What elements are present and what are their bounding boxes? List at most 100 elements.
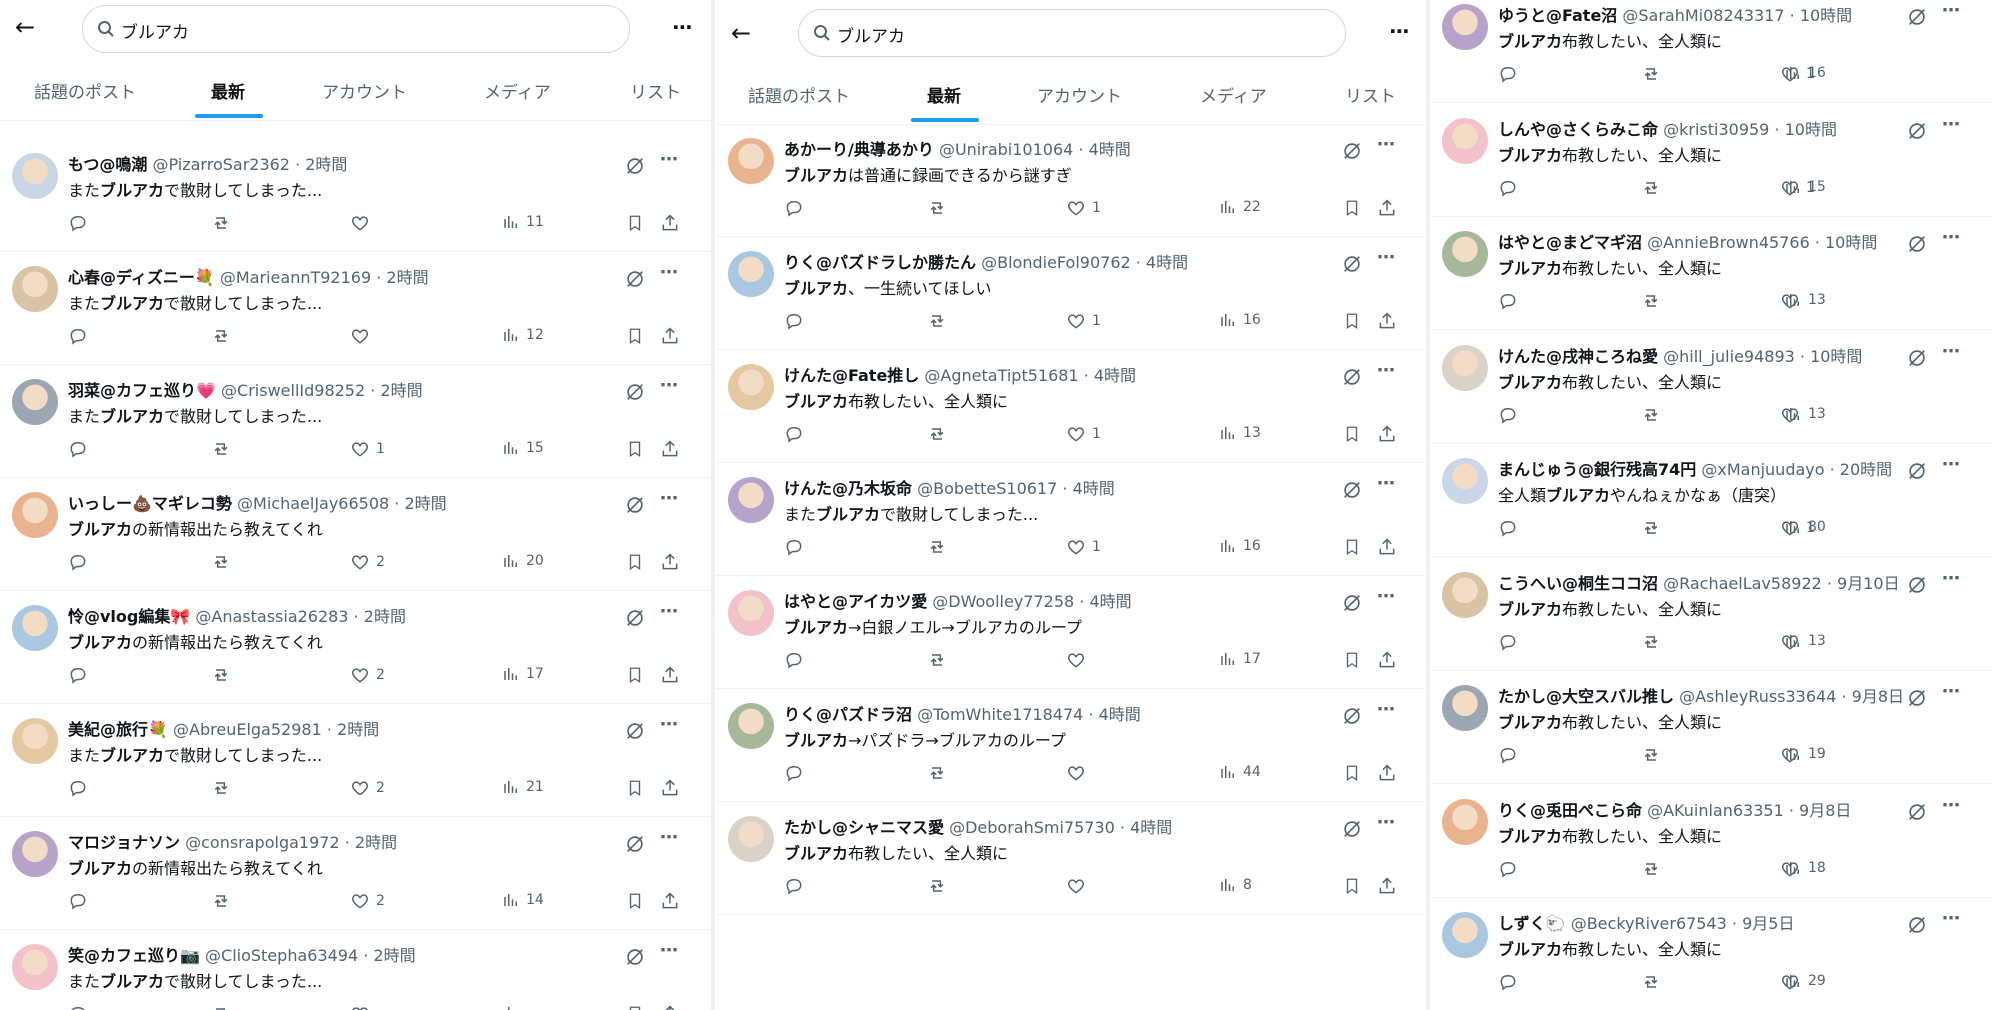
views-button[interactable]: 8: [1219, 876, 1252, 898]
like-button[interactable]: 1: [1066, 198, 1101, 220]
retweet-button[interactable]: [1640, 972, 1662, 994]
tweet-item[interactable]: 心春@ディズニー💐 @MarieannT92169 · 2時間 ⋯ またブルアカで散…: [0, 252, 710, 365]
grok-button[interactable]: [624, 720, 646, 742]
author-name[interactable]: まんじゅう@銀行残高74円: [1498, 460, 1696, 479]
reply-button[interactable]: [1498, 745, 1518, 767]
tweet-item[interactable]: 笑@カフェ巡り📷 @ClioStepha63494 · 2時間 ⋯ またブルアカで散…: [0, 930, 710, 1010]
author-name[interactable]: 笑@カフェ巡り📷: [68, 946, 200, 965]
retweet-button[interactable]: [210, 665, 232, 687]
avatar[interactable]: [1442, 798, 1488, 845]
bookmark-button[interactable]: [1343, 424, 1361, 446]
tab-accounts[interactable]: アカウント: [322, 78, 407, 103]
retweet-button[interactable]: [1640, 64, 1662, 86]
tweet-item[interactable]: はやと@まどマギ沼 @AnnieBrown45766 · 10時間 ⋯ ブルアカ布教…: [1430, 217, 1992, 330]
bookmark-button[interactable]: [626, 891, 644, 913]
views-button[interactable]: 16: [1219, 311, 1261, 333]
share-button[interactable]: [660, 1004, 680, 1010]
bookmark-button[interactable]: [626, 326, 644, 348]
tweet-more-icon[interactable]: ⋯: [660, 262, 679, 283]
avatar[interactable]: [1442, 231, 1488, 277]
grok-button[interactable]: [1906, 574, 1928, 596]
tweet-item[interactable]: 美紀@旅行💐 @AbreuElga52981 · 2時間 ⋯ またブルアカで散財して…: [0, 704, 710, 817]
tab-latest[interactable]: 最新: [211, 78, 245, 103]
author-name[interactable]: 羽菜@カフェ巡り💗: [68, 381, 216, 400]
bookmark-button[interactable]: [626, 439, 644, 461]
like-button[interactable]: [1066, 650, 1092, 672]
tweet-more-icon[interactable]: ⋯: [660, 827, 679, 848]
views-button[interactable]: 29: [1784, 972, 1826, 994]
grok-button[interactable]: [1906, 460, 1928, 482]
bookmark-button[interactable]: [1343, 537, 1361, 559]
like-button[interactable]: [1066, 876, 1092, 898]
avatar[interactable]: [12, 266, 58, 312]
tweet-more-icon[interactable]: ⋯: [1377, 247, 1396, 268]
tab-media[interactable]: メディア: [484, 78, 551, 103]
tweet-more-icon[interactable]: ⋯: [1942, 681, 1961, 702]
views-button[interactable]: 13: [1784, 291, 1826, 313]
bookmark-button[interactable]: [1343, 650, 1361, 672]
tweet-item[interactable]: けんた@乃木坂命 @BobetteS10617 · 4時間 ⋯ またブルアカで散財し…: [716, 463, 1427, 576]
tweet-item[interactable]: 羽菜@カフェ巡り💗 @CriswellId98252 · 2時間 ⋯ またブルアカで…: [0, 365, 710, 478]
reply-button[interactable]: [68, 326, 88, 348]
search-input[interactable]: [835, 20, 1319, 48]
author-handle-time[interactable]: @hill_julie94893 · 10時間: [1663, 347, 1862, 366]
tweet-more-icon[interactable]: ⋯: [660, 601, 679, 622]
grok-button[interactable]: [1341, 705, 1363, 727]
views-button[interactable]: 11: [502, 213, 544, 235]
grok-button[interactable]: [624, 155, 646, 177]
tweet-more-icon[interactable]: ⋯: [1942, 795, 1961, 816]
reply-button[interactable]: [1498, 291, 1518, 313]
views-button[interactable]: 12: [502, 326, 544, 348]
author-name[interactable]: ゆうと@Fate沼: [1498, 6, 1617, 25]
author-name[interactable]: 美紀@旅行💐: [68, 720, 168, 739]
retweet-button[interactable]: [1640, 291, 1662, 313]
tweet-item[interactable]: たかし@シャニマス愛 @DeborahSmi75730 · 4時間 ⋯ ブルアカ布教…: [716, 802, 1427, 915]
views-button[interactable]: 13: [1219, 424, 1261, 446]
author-name[interactable]: こうへい@桐生ココ沼: [1498, 574, 1658, 593]
author-handle-time[interactable]: @AnnieBrown45766 · 10時間: [1647, 233, 1877, 252]
author-handle-time[interactable]: @MichaelJay66508 · 2時間: [237, 494, 447, 513]
share-button[interactable]: [660, 552, 680, 574]
retweet-button[interactable]: [1640, 178, 1662, 200]
retweet-button[interactable]: [926, 650, 948, 672]
tweet-more-icon[interactable]: ⋯: [1942, 227, 1961, 248]
tweet-item[interactable]: りく@パズドラしか勝たん @BlondieFol90762 · 4時間 ⋯ ブルアカ…: [716, 237, 1427, 350]
avatar[interactable]: [12, 153, 58, 199]
reply-button[interactable]: [68, 778, 88, 800]
reply-button[interactable]: [784, 198, 804, 220]
views-button[interactable]: 21: [502, 778, 544, 800]
grok-button[interactable]: [1906, 801, 1928, 823]
retweet-button[interactable]: [210, 439, 232, 461]
tab-accounts[interactable]: アカウント: [1037, 82, 1122, 107]
share-button[interactable]: [1377, 311, 1397, 333]
author-name[interactable]: りく@パズドラしか勝たん: [784, 253, 976, 272]
tab-top-posts[interactable]: 話題のポスト: [34, 78, 136, 103]
share-button[interactable]: [660, 213, 680, 235]
tweet-item[interactable]: こうへい@桐生ココ沼 @RachaelLav58922 · 9月10日 ⋯ ブルアカ…: [1430, 558, 1992, 671]
grok-button[interactable]: [1906, 687, 1928, 709]
retweet-button[interactable]: [210, 1004, 232, 1010]
reply-button[interactable]: [68, 1004, 88, 1010]
grok-button[interactable]: [1906, 120, 1928, 142]
like-button[interactable]: [350, 1004, 376, 1010]
author-handle-time[interactable]: @TomWhite1718474 · 4時間: [917, 705, 1141, 724]
reply-button[interactable]: [1498, 178, 1518, 200]
avatar[interactable]: [12, 379, 58, 425]
bookmark-button[interactable]: [626, 552, 644, 574]
views-button[interactable]: 13: [1784, 405, 1826, 427]
author-name[interactable]: 怜@vlog編集🎀: [68, 607, 190, 626]
reply-button[interactable]: [784, 763, 804, 785]
tweet-item[interactable]: マロジョナソン @consrapolga1972 · 2時間 ⋯ ブルアカの新情報出…: [0, 817, 710, 930]
like-button[interactable]: 2: [350, 778, 385, 800]
share-button[interactable]: [1377, 537, 1397, 559]
avatar[interactable]: [12, 718, 58, 764]
retweet-button[interactable]: [1640, 859, 1662, 881]
avatar[interactable]: [1442, 4, 1488, 50]
avatar[interactable]: [1442, 344, 1488, 391]
like-button[interactable]: 1: [1066, 311, 1101, 333]
bookmark-button[interactable]: [626, 213, 644, 235]
tweet-more-icon[interactable]: ⋯: [660, 940, 679, 961]
tweet-more-icon[interactable]: ⋯: [1942, 341, 1961, 362]
tweet-more-icon[interactable]: ⋯: [1942, 568, 1961, 589]
tweet-item[interactable]: たかし@大空スバル推し @AshleyRuss33644 · 9月8日 ⋯ ブルアカ…: [1430, 671, 1992, 784]
